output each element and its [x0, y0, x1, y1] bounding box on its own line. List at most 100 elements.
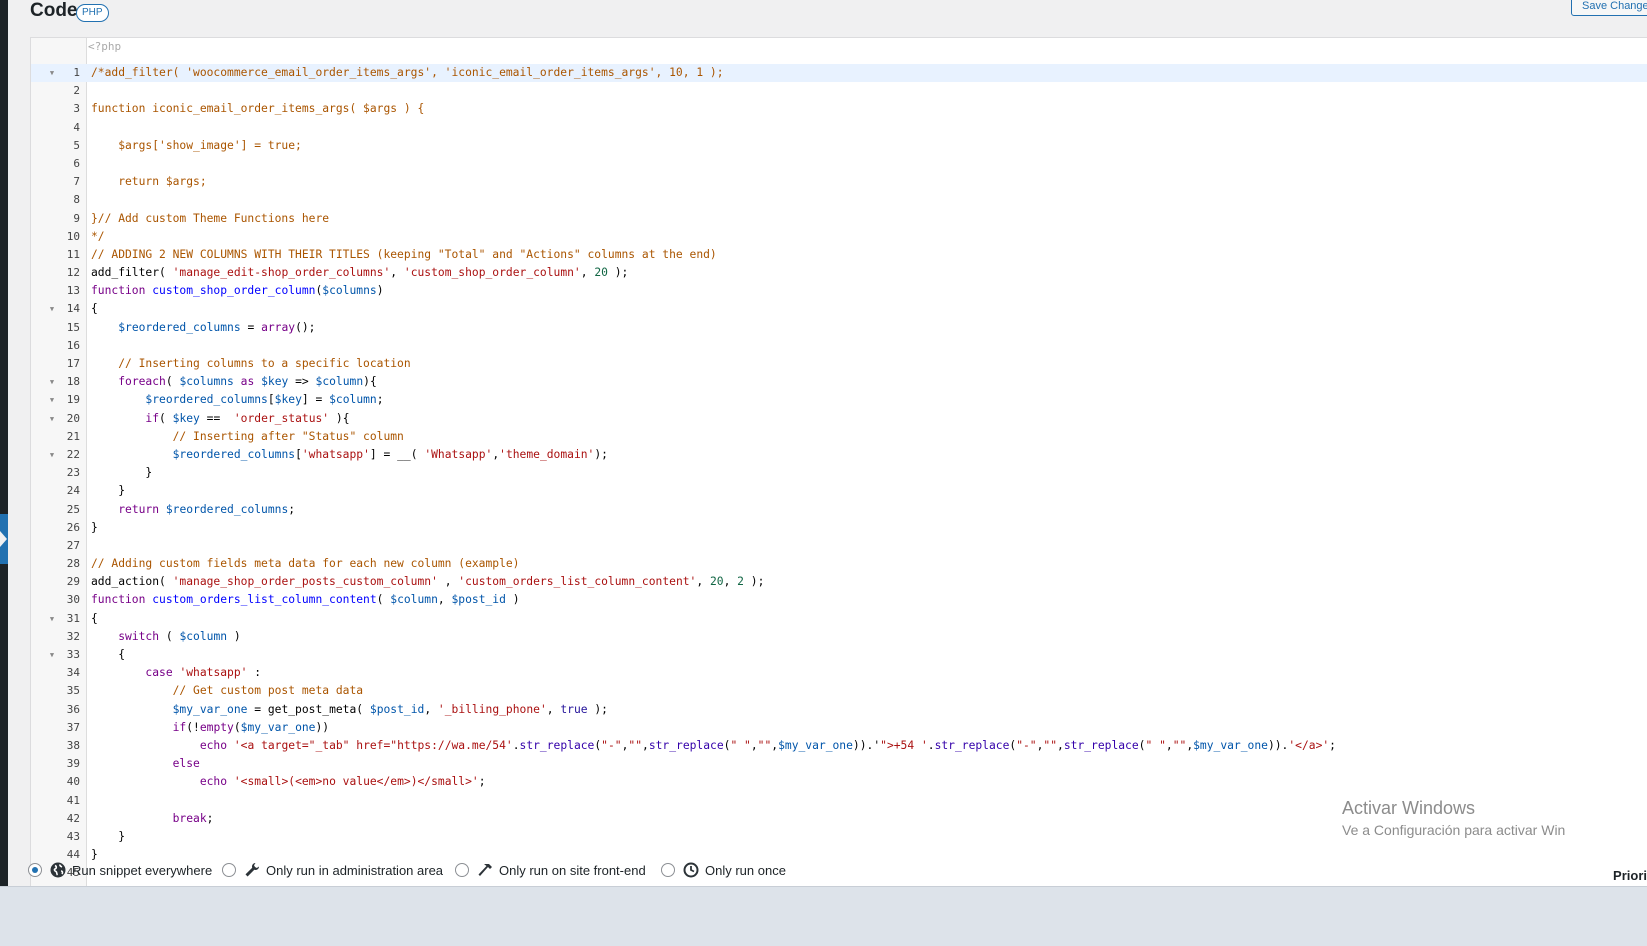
fold-toggle-icon[interactable]: ▼	[47, 646, 57, 664]
code-text[interactable]: }	[91, 482, 125, 500]
fold-toggle-icon[interactable]: ▼	[47, 391, 57, 409]
run-option-once[interactable]: Only run once	[661, 862, 786, 878]
code-line[interactable]: 30 function custom_orders_list_column_con…	[31, 591, 1647, 609]
code-line[interactable]: 23 }	[31, 464, 1647, 482]
code-line[interactable]: 17 // Inserting columns to a specific lo…	[31, 355, 1647, 373]
code-text[interactable]: $reordered_columns = array();	[91, 319, 315, 337]
collapse-menu-tab[interactable]	[0, 514, 8, 564]
code-line[interactable]: 15 $reordered_columns = array();	[31, 319, 1647, 337]
code-line[interactable]: 36 $my_var_one = get_post_meta( $post_id…	[31, 701, 1647, 719]
line-number: 23	[66, 466, 80, 480]
code-text[interactable]: else	[91, 755, 200, 773]
code-text[interactable]: add_action( 'manage_shop_order_posts_cus…	[91, 573, 764, 591]
code-line[interactable]: 24 }	[31, 482, 1647, 500]
code-text[interactable]: echo '<small>(<em>no value</em>)</small>…	[91, 773, 486, 791]
code-line[interactable]: 16	[31, 337, 1647, 355]
fold-toggle-icon[interactable]: ▼	[47, 446, 57, 464]
code-text[interactable]: foreach( $columns as $key => $column){	[91, 373, 377, 391]
code-line[interactable]: 10 */	[31, 228, 1647, 246]
line-number: 15	[66, 320, 80, 334]
code-line[interactable]: 8	[31, 191, 1647, 209]
code-text[interactable]: }// Add custom Theme Functions here	[91, 210, 329, 228]
fold-toggle-icon[interactable]: ▼	[47, 373, 57, 391]
code-line[interactable]: ▼ 33 {	[31, 646, 1647, 664]
run-option-admin[interactable]: Only run in administration area	[222, 862, 443, 878]
code-line[interactable]: 35 // Get custom post meta data	[31, 682, 1647, 700]
code-text[interactable]: // Adding custom fields meta data for ea…	[91, 555, 519, 573]
code-text[interactable]: return $reordered_columns;	[91, 501, 295, 519]
code-line[interactable]: 2	[31, 82, 1647, 100]
code-text[interactable]: /*add_filter( 'woocommerce_email_order_i…	[91, 64, 724, 82]
code-line[interactable]: 5 $args['show_image'] = true;	[31, 137, 1647, 155]
code-text[interactable]: // Inserting columns to a specific locat…	[91, 355, 410, 373]
code-line[interactable]: 7 return $args;	[31, 173, 1647, 191]
run-frontend-radio[interactable]	[455, 863, 469, 877]
code-line[interactable]: ▼ 20 if( $key == 'order_status' ){	[31, 410, 1647, 428]
code-text[interactable]: add_filter( 'manage_edit-shop_order_colu…	[91, 264, 628, 282]
run-option-everywhere[interactable]: Run snippet everywhere	[28, 862, 212, 878]
code-text[interactable]: {	[91, 300, 98, 318]
code-line[interactable]: 39 else	[31, 755, 1647, 773]
code-text[interactable]: $args['show_image'] = true;	[91, 137, 302, 155]
code-text[interactable]: }	[91, 464, 152, 482]
code-line[interactable]: 40 echo '<small>(<em>no value</em>)</sma…	[31, 773, 1647, 791]
code-text[interactable]: switch ( $column )	[91, 628, 240, 646]
code-line[interactable]: ▼ 14 {	[31, 300, 1647, 318]
code-text[interactable]: // Get custom post meta data	[91, 682, 363, 700]
code-editor[interactable]: <?php ▼ 1 /*add_filter( 'woocommerce_email…	[30, 37, 1647, 890]
code-text[interactable]: if( $key == 'order_status' ){	[91, 410, 349, 428]
code-text[interactable]: {	[91, 610, 98, 628]
code-text[interactable]: case 'whatsapp' :	[91, 664, 261, 682]
fold-toggle-icon[interactable]: ▼	[47, 610, 57, 628]
code-text[interactable]: $reordered_columns[$key] = $column;	[91, 391, 383, 409]
code-line[interactable]: 11 // ADDING 2 NEW COLUMNS WITH THEIR TIT…	[31, 246, 1647, 264]
code-line[interactable]: 32 switch ( $column )	[31, 628, 1647, 646]
run-everywhere-radio[interactable]	[28, 863, 42, 877]
fold-toggle-icon[interactable]: ▼	[47, 64, 57, 82]
code-line[interactable]: 34 case 'whatsapp' :	[31, 664, 1647, 682]
code-text[interactable]: return $args;	[91, 173, 206, 191]
code-line[interactable]: 29 add_action( 'manage_shop_order_posts_c…	[31, 573, 1647, 591]
code-line[interactable]: 6	[31, 155, 1647, 173]
run-once-radio[interactable]	[661, 863, 675, 877]
code-line[interactable]: 12 add_filter( 'manage_edit-shop_order_co…	[31, 264, 1647, 282]
code-line[interactable]: ▼ 18 foreach( $columns as $key => $column…	[31, 373, 1647, 391]
code-line[interactable]: 37 if(!empty($my_var_one))	[31, 719, 1647, 737]
code-text[interactable]: function custom_orders_list_column_conte…	[91, 591, 520, 609]
code-text[interactable]: }	[91, 828, 125, 846]
code-text[interactable]: function custom_shop_order_column($colum…	[91, 282, 384, 300]
code-line[interactable]: ▼ 31 {	[31, 610, 1647, 628]
code-line[interactable]: 21 // Inserting after "Status" column	[31, 428, 1647, 446]
code-text[interactable]: }	[91, 519, 98, 537]
code-text[interactable]: echo '<a target="_tab" href="https://wa.…	[91, 737, 1336, 755]
code-line[interactable]: 3 function iconic_email_order_items_args(…	[31, 100, 1647, 118]
code-text[interactable]: break;	[91, 810, 214, 828]
code-text[interactable]: {	[91, 646, 125, 664]
fold-toggle-icon[interactable]: ▼	[47, 410, 57, 428]
code-line[interactable]: 25 return $reordered_columns;	[31, 501, 1647, 519]
code-line[interactable]: ▼ 22 $reordered_columns['whatsapp'] = __(…	[31, 446, 1647, 464]
fold-toggle-icon[interactable]: ▼	[47, 300, 57, 318]
code-text[interactable]: if(!empty($my_var_one))	[91, 719, 329, 737]
run-admin-radio[interactable]	[222, 863, 236, 877]
code-line[interactable]: 9}// Add custom Theme Functions here	[31, 210, 1647, 228]
code-line[interactable]: 4	[31, 119, 1647, 137]
code-text[interactable]: $reordered_columns['whatsapp'] = __( 'Wh…	[91, 446, 608, 464]
code-text[interactable]: // ADDING 2 NEW COLUMNS WITH THEIR TITLE…	[91, 246, 717, 264]
code-text[interactable]: function iconic_email_order_items_args( …	[91, 100, 424, 118]
code-line[interactable]: 26}	[31, 519, 1647, 537]
code-text[interactable]: */	[91, 228, 105, 246]
code-lines[interactable]: ▼ 1 /*add_filter( 'woocommerce_email_order…	[31, 64, 1647, 882]
code-line[interactable]: ▼ 19 $reordered_columns[$key] = $column;	[31, 391, 1647, 409]
code-text[interactable]: $my_var_one = get_post_meta( $post_id, '…	[91, 701, 608, 719]
code-line[interactable]: ▼ 1 /*add_filter( 'woocommerce_email_order…	[31, 64, 1647, 83]
save-changes-button[interactable]: Save Changes	[1571, 0, 1647, 16]
code-line[interactable]: 13 function custom_shop_order_column($col…	[31, 282, 1647, 300]
run-option-frontend[interactable]: Only run on site front-end	[455, 862, 646, 878]
code-token: {	[91, 611, 98, 625]
code-line[interactable]: 38 echo '<a target="_tab" href="https://…	[31, 737, 1647, 755]
code-line[interactable]: 27	[31, 537, 1647, 555]
code-line[interactable]: 28 // Adding custom fields meta data for …	[31, 555, 1647, 573]
code-text[interactable]: // Inserting after "Status" column	[91, 428, 404, 446]
